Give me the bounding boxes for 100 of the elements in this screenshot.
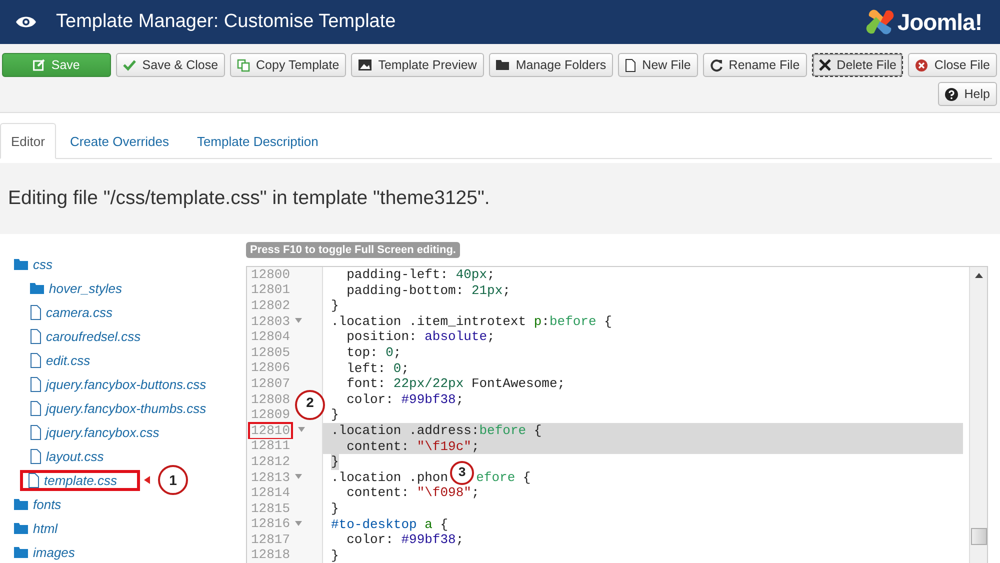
eye-icon bbox=[16, 15, 36, 29]
toolbar-button[interactable]: Delete File bbox=[812, 53, 904, 77]
line-number: 12801 bbox=[251, 283, 290, 298]
code-line: position: absolute; bbox=[346, 329, 495, 345]
line-number: 12809 bbox=[251, 408, 290, 422]
toolbar-button[interactable]: Save & Close bbox=[116, 53, 226, 77]
file-icon bbox=[30, 376, 41, 392]
code-line: } bbox=[331, 298, 339, 314]
scrollbar[interactable] bbox=[969, 267, 987, 563]
folder-icon bbox=[30, 282, 44, 294]
copy-icon bbox=[237, 58, 250, 72]
toolbar-button[interactable]: Template Preview bbox=[351, 53, 484, 77]
line-number: 12803 bbox=[251, 314, 290, 329]
toolbar-button[interactable]: Save bbox=[2, 53, 112, 77]
line-number: 12804 bbox=[251, 330, 290, 344]
line-number: 12818 bbox=[251, 548, 290, 562]
code-line: font: 22px/22px FontAwesome; bbox=[346, 376, 566, 392]
toolbar-button[interactable]: Rename File bbox=[702, 53, 807, 77]
code-line: padding-left: 40px; bbox=[346, 267, 495, 283]
code-line: #to-desktop a { bbox=[331, 516, 448, 532]
code-line: } bbox=[331, 500, 339, 516]
scroll-thumb[interactable] bbox=[970, 528, 986, 545]
edit-icon bbox=[33, 59, 46, 71]
cancel-icon bbox=[915, 58, 928, 72]
brand-name: Joomla! bbox=[897, 8, 982, 36]
fold-icon[interactable] bbox=[295, 318, 302, 324]
folder-item[interactable]: css bbox=[12, 256, 56, 272]
code-line: left: 0; bbox=[346, 360, 410, 376]
file-icon bbox=[30, 352, 41, 368]
refresh-icon bbox=[710, 58, 723, 72]
line-number: 12812 bbox=[251, 454, 290, 469]
help-icon bbox=[945, 88, 958, 100]
line-number: 12806 bbox=[251, 361, 290, 376]
file-item[interactable]: caroufredsel.css bbox=[28, 328, 144, 344]
file-item[interactable]: layout.css bbox=[28, 448, 107, 464]
toolbar-button[interactable]: New File bbox=[618, 53, 698, 77]
line-number: 12800 bbox=[251, 268, 290, 282]
code-line: .location .item_introtext p:before { bbox=[331, 314, 612, 330]
tab[interactable]: Editor bbox=[0, 123, 56, 159]
fold-icon[interactable] bbox=[295, 474, 302, 480]
close-icon bbox=[818, 59, 831, 71]
help-button[interactable]: Help bbox=[938, 82, 997, 106]
file-icon bbox=[30, 424, 41, 440]
file-item[interactable]: jquery.fancybox.css bbox=[28, 424, 162, 440]
folder-item[interactable]: hover_styles bbox=[28, 280, 125, 296]
folder-icon bbox=[14, 546, 28, 558]
code-line: } bbox=[331, 548, 339, 563]
toolbar-button[interactable]: Close File bbox=[908, 53, 997, 77]
file-icon bbox=[30, 328, 41, 344]
file-icon bbox=[30, 304, 41, 320]
folder-icon bbox=[14, 258, 28, 270]
check-icon bbox=[123, 59, 136, 71]
toolbar-button[interactable]: Copy Template bbox=[230, 53, 346, 77]
file-item[interactable]: template.css bbox=[20, 470, 140, 490]
file-item[interactable]: camera.css bbox=[28, 304, 116, 320]
file-icon bbox=[30, 400, 41, 416]
line-number: 12815 bbox=[251, 502, 290, 516]
tab[interactable]: Template Description bbox=[182, 123, 332, 159]
file-icon bbox=[30, 448, 41, 464]
file-icon bbox=[625, 58, 636, 72]
code-line: color: #99bf38; bbox=[346, 532, 464, 548]
image-icon bbox=[358, 59, 372, 71]
line-number: 12817 bbox=[251, 532, 290, 547]
folder-icon bbox=[14, 522, 28, 534]
code-line: color: #99bf38; bbox=[346, 392, 464, 408]
folder-icon bbox=[14, 498, 28, 510]
line-number: 12802 bbox=[251, 298, 290, 313]
line-number: 12811 bbox=[251, 439, 290, 454]
scroll-up-icon[interactable] bbox=[974, 273, 982, 278]
file-item[interactable]: edit.css bbox=[28, 352, 94, 368]
folder-icon bbox=[496, 59, 510, 71]
code-line: padding-bottom: 21px; bbox=[346, 282, 510, 298]
code-line: content: "\f098"; bbox=[346, 485, 480, 501]
code-editor[interactable] bbox=[246, 266, 988, 563]
pointer-icon bbox=[144, 476, 150, 484]
tab[interactable]: Create Overrides bbox=[56, 123, 183, 159]
callout-number: 1 bbox=[158, 465, 188, 495]
hint-label: Press F10 to toggle Full Screen editing. bbox=[246, 242, 460, 258]
line-number: 12808 bbox=[251, 392, 290, 407]
folder-item[interactable]: html bbox=[12, 520, 61, 536]
folder-item[interactable]: images bbox=[12, 544, 78, 560]
page-title: Template Manager: Customise Template bbox=[56, 11, 396, 33]
fold-icon[interactable] bbox=[295, 520, 302, 526]
file-item[interactable]: jquery.fancybox-buttons.css bbox=[28, 376, 210, 392]
line-number: 12807 bbox=[251, 376, 290, 391]
line-number: 12814 bbox=[251, 486, 290, 500]
line-number: 12813 bbox=[251, 470, 290, 485]
fold-icon[interactable] bbox=[298, 427, 306, 432]
code-line: } bbox=[331, 407, 339, 423]
code-line: content: "\f19c"; bbox=[346, 438, 480, 454]
code-line: .location .address:before { bbox=[331, 422, 542, 439]
logo-icon bbox=[865, 7, 896, 37]
file-icon bbox=[28, 472, 39, 488]
line-number: 12816 bbox=[251, 517, 290, 532]
code-line: top: 0; bbox=[346, 344, 402, 361]
folder-item[interactable]: fonts bbox=[12, 496, 64, 512]
callout-number: 3 bbox=[450, 460, 474, 485]
line-number: 12805 bbox=[251, 346, 290, 360]
toolbar-button[interactable]: Manage Folders bbox=[488, 53, 614, 77]
file-item[interactable]: jquery.fancybox-thumbs.css bbox=[28, 400, 210, 416]
